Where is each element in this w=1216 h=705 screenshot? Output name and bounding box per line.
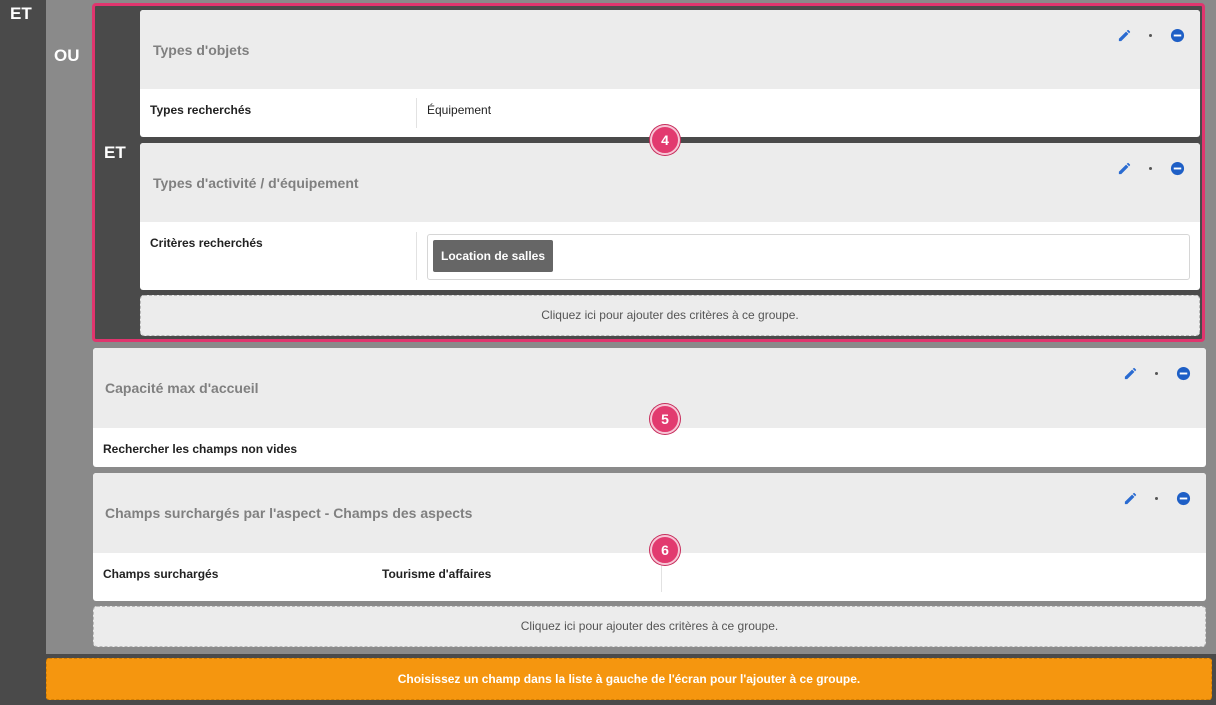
criterion-row: Champs surchargés Tourisme d'affaires xyxy=(93,553,1206,601)
minus-circle-icon[interactable] xyxy=(1168,159,1186,177)
pencil-icon[interactable] xyxy=(1121,364,1139,382)
add-field-dropzone-text: Choisissez un champ dans la liste à gauc… xyxy=(397,672,861,686)
criterion-row: Critères recherchés Location de salles xyxy=(140,222,1200,290)
step-badge-5: 5 xyxy=(650,404,680,434)
add-criteria-zone-outer[interactable]: Cliquez ici pour ajouter des critères à … xyxy=(93,606,1206,647)
inner-et-label: ET xyxy=(104,143,126,162)
card-title: Types d'activité / d'équipement xyxy=(153,175,359,191)
minus-circle-icon[interactable] xyxy=(1174,364,1192,382)
column-divider xyxy=(416,98,417,128)
card-tools xyxy=(1121,489,1192,507)
add-field-dropzone[interactable]: Choisissez un champ dans la liste à gauc… xyxy=(46,658,1212,700)
criterion-card-types-objets: Types d'objets Types recherchés Équipeme… xyxy=(140,10,1200,137)
pencil-icon[interactable] xyxy=(1115,159,1133,177)
card-header: Types d'activité / d'équipement xyxy=(140,143,1200,222)
minus-circle-icon[interactable] xyxy=(1168,26,1186,44)
card-tools xyxy=(1121,364,1192,382)
row-label: Rechercher les champs non vides xyxy=(103,442,298,456)
column-divider xyxy=(416,232,417,280)
row-value: Équipement xyxy=(427,103,492,117)
card-header: Champs surchargés par l'aspect - Champs … xyxy=(93,473,1206,553)
card-header: Types d'objets xyxy=(140,10,1200,89)
card-title: Capacité max d'accueil xyxy=(105,380,259,396)
criteria-tag[interactable]: Location de salles xyxy=(433,240,554,272)
card-title: Types d'objets xyxy=(153,42,250,58)
add-criteria-text: Cliquez ici pour ajouter des critères à … xyxy=(541,308,799,322)
column-divider xyxy=(661,562,662,592)
pencil-icon[interactable] xyxy=(1121,489,1139,507)
row-label: Types recherchés xyxy=(150,103,252,117)
ou-label: OU xyxy=(54,46,80,65)
minus-circle-icon[interactable] xyxy=(1174,489,1192,507)
criterion-card-champs-surcharges: Champs surchargés par l'aspect - Champs … xyxy=(93,473,1206,601)
criterion-card-types-activite: Types d'activité / d'équipement Critères… xyxy=(140,143,1200,290)
pencil-icon[interactable] xyxy=(1115,26,1133,44)
selected-criteria-box[interactable]: Location de salles xyxy=(427,234,1190,280)
step-badge-6: 6 xyxy=(650,535,680,565)
card-tools xyxy=(1115,159,1186,177)
outer-et-label: ET xyxy=(10,4,32,23)
add-criteria-text: Cliquez ici pour ajouter des critères à … xyxy=(520,619,779,633)
criterion-card-capacite: Capacité max d'accueil Rechercher les ch… xyxy=(93,348,1206,467)
card-title: Champs surchargés par l'aspect - Champs … xyxy=(105,505,473,521)
separator-dot xyxy=(1155,371,1158,375)
criterion-row: Rechercher les champs non vides xyxy=(93,428,1206,467)
step-badge-4: 4 xyxy=(650,125,680,155)
card-tools xyxy=(1115,26,1186,44)
add-criteria-zone-inner[interactable]: Cliquez ici pour ajouter des critères à … xyxy=(140,295,1200,336)
separator-dot xyxy=(1149,166,1152,170)
row-label: Champs surchargés xyxy=(103,567,219,581)
row-value: Tourisme d'affaires xyxy=(382,567,492,581)
row-label: Critères recherchés xyxy=(150,236,263,250)
separator-dot xyxy=(1149,33,1152,37)
separator-dot xyxy=(1155,496,1158,500)
